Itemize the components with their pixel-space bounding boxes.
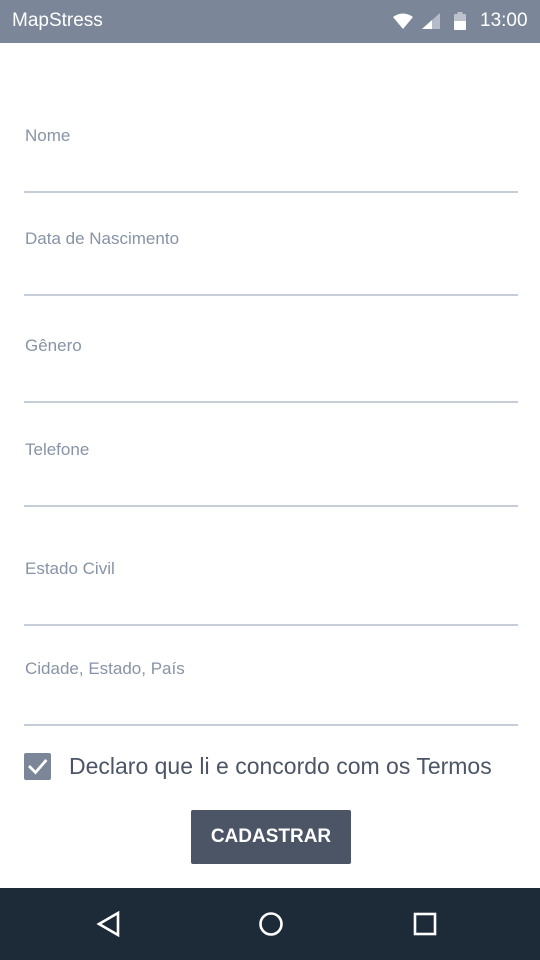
gender-label: Gênero [25,336,82,355]
location-field: Cidade, Estado, País [24,659,518,729]
gender-field: Gênero [24,336,518,406]
gender-input[interactable] [24,373,518,403]
birthdate-label: Data de Nascimento [25,229,180,248]
name-label: Nome [25,126,71,145]
marital-status-input[interactable] [24,596,518,626]
terms-label[interactable]: Declaro que li e concordo com os Termos [69,753,492,779]
phone-label: Telefone [25,440,90,459]
status-bar: MapStress 13:00 [0,0,540,43]
terms-row: Declaro que li e concordo com os Termos [24,752,524,780]
marital-status-field: Estado Civil [24,559,518,629]
phone-input[interactable] [24,477,518,507]
register-button[interactable]: CADASTRAR [191,810,351,864]
name-field: Nome [24,126,518,196]
navigation-bar [0,888,540,960]
location-label: Cidade, Estado, País [25,659,185,678]
birthdate-input[interactable] [24,266,518,296]
birthdate-field: Data de Nascimento [24,229,518,299]
battery-icon [454,12,466,30]
terms-checkbox[interactable] [24,753,51,780]
check-icon [28,759,48,775]
back-icon[interactable] [94,910,124,938]
wifi-icon [393,13,413,29]
recents-icon[interactable] [412,911,438,937]
signal-icon [422,13,440,29]
location-input[interactable] [24,696,518,726]
phone-field: Telefone [24,440,518,510]
clock: 13:00 [480,10,528,31]
app-title: MapStress [12,10,103,31]
name-input[interactable] [24,163,518,193]
marital-status-label: Estado Civil [25,559,115,578]
home-icon[interactable] [257,910,285,938]
